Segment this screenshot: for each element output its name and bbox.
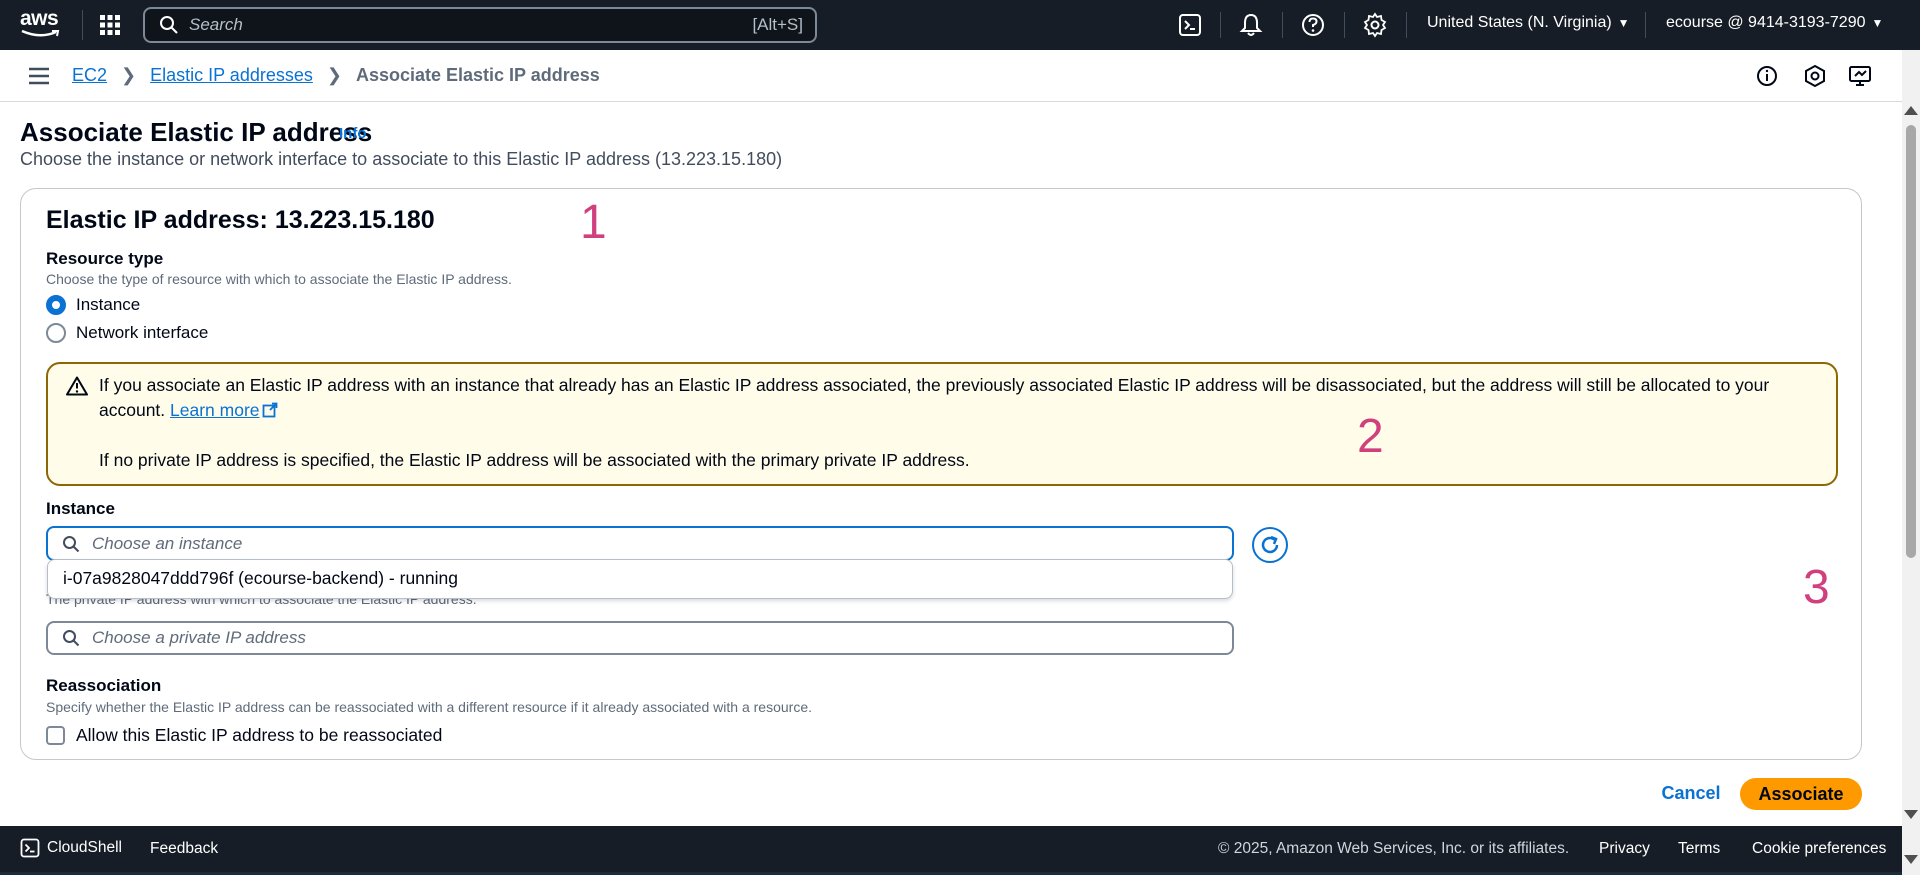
nav-separator (1344, 12, 1345, 38)
alert-line-3: If no private IP address is specified, t… (99, 450, 970, 470)
chevron-right-icon: ❯ (326, 65, 342, 85)
aws-smile-icon (21, 29, 60, 37)
bell-icon[interactable] (1238, 12, 1264, 38)
refresh-icon (1261, 535, 1279, 554)
annotation-3: 3 (1803, 561, 1830, 614)
refresh-button[interactable] (1252, 527, 1288, 563)
learn-more-link[interactable]: Learn more (170, 400, 278, 420)
radio-unselected-icon[interactable] (46, 323, 66, 343)
search-input[interactable] (189, 15, 753, 35)
copyright: © 2025, Amazon Web Services, Inc. or its… (1218, 840, 1570, 857)
nav-separator (1220, 12, 1221, 38)
footer: CloudShell Feedback © 2025, Amazon Web S… (0, 826, 1902, 872)
warning-alert: If you associate an Elastic IP address w… (46, 362, 1838, 486)
scroll-down-arrow-icon[interactable] (1904, 810, 1918, 819)
reassociation-label: Reassociation (46, 676, 162, 695)
radio-label: Network interface (76, 323, 209, 342)
instance-select[interactable] (46, 526, 1234, 561)
breadcrumb: EC2 ❯ Elastic IP addresses ❯ Associate E… (72, 65, 600, 86)
resource-type-description: Choose the type of resource with which t… (46, 271, 512, 287)
terms-link[interactable]: Terms (1678, 840, 1720, 858)
reassociation-checkbox[interactable] (46, 726, 65, 745)
caret-down-icon: ▼ (1871, 16, 1884, 30)
scroll-down-arrow-icon[interactable] (1904, 855, 1918, 864)
resource-type-label: Resource type (46, 249, 164, 268)
annotation-1: 1 (580, 196, 607, 249)
radio-instance[interactable]: Instance (46, 295, 140, 315)
search-icon (160, 16, 178, 34)
nav-separator (1406, 12, 1407, 38)
cloudshell-label: CloudShell (47, 839, 122, 856)
scrollbar-thumb[interactable] (1906, 125, 1916, 558)
page-title: Associate Elastic IP address (20, 117, 373, 147)
help-icon[interactable] (1300, 12, 1326, 38)
dropdown-option[interactable]: i-07a9828047ddd796f (ecourse-backend) - … (63, 568, 458, 589)
breadcrumb-bar: EC2 ❯ Elastic IP addresses ❯ Associate E… (0, 50, 1902, 102)
top-navigation: aws [Alt+S] (0, 0, 1920, 50)
notifications-icon[interactable] (1803, 64, 1827, 88)
alert-line-1: If you associate an Elastic IP address w… (99, 375, 1770, 395)
reassociation-description: Specify whether the Elastic IP address c… (46, 699, 812, 715)
alert-line-2: account. Learn more (99, 398, 278, 423)
account-menu[interactable]: ecourse @ 9414-3193-7290 ▼ (1666, 14, 1883, 32)
aws-logo[interactable]: aws (20, 7, 62, 41)
gear-icon[interactable] (1362, 12, 1388, 38)
region-selector[interactable]: United States (N. Virginia) ▼ (1427, 14, 1630, 32)
page-description: Choose the instance or network interface… (20, 149, 783, 169)
radio-network-interface[interactable]: Network interface (46, 323, 208, 343)
breadcrumb-elastic-ips[interactable]: Elastic IP addresses (150, 65, 313, 86)
cloudshell-icon[interactable] (1177, 12, 1203, 38)
associate-form-card: Elastic IP address: 13.223.15.180 Resour… (20, 188, 1862, 760)
cookie-preferences-link[interactable]: Cookie preferences (1752, 840, 1886, 858)
associate-button[interactable]: Associate (1740, 778, 1862, 810)
breadcrumb-ec2[interactable]: EC2 (72, 65, 107, 86)
privacy-link[interactable]: Privacy (1599, 840, 1650, 858)
cancel-button[interactable]: Cancel (1649, 777, 1733, 809)
card-title: Elastic IP address: 13.223.15.180 (46, 206, 435, 234)
reassociation-checkbox-row[interactable]: Allow this Elastic IP address to be reas… (46, 725, 442, 746)
checkbox-label: Allow this Elastic IP address to be reas… (76, 725, 443, 745)
feedback-link[interactable]: Feedback (150, 840, 218, 858)
radio-label: Instance (76, 295, 141, 314)
cloudshell-footer-button[interactable]: CloudShell (20, 838, 122, 858)
account-label: ecourse @ 9414-3193-7290 (1666, 14, 1866, 31)
main-content: Associate Elastic IP address Info Choose… (0, 103, 1902, 825)
search-icon (63, 535, 80, 552)
breadcrumb-current: Associate Elastic IP address (355, 65, 600, 85)
services-grid-icon[interactable] (98, 13, 122, 37)
private-ip-select[interactable] (46, 621, 1234, 655)
warning-icon (66, 376, 88, 396)
screen-share-icon[interactable] (1848, 64, 1872, 88)
nav-separator (1282, 12, 1283, 38)
nav-divider (82, 10, 83, 40)
private-ip-input[interactable] (92, 628, 1232, 648)
region-label: United States (N. Virginia) (1427, 14, 1612, 31)
instance-search-input[interactable] (92, 533, 1232, 554)
info-icon[interactable] (1755, 64, 1779, 88)
scroll-up-arrow-icon[interactable] (1904, 106, 1918, 115)
instance-label: Instance (46, 499, 115, 518)
search-shortcut: [Alt+S] (752, 15, 803, 34)
radio-selected-icon[interactable] (46, 295, 66, 315)
menu-icon[interactable] (28, 67, 50, 85)
global-search[interactable]: [Alt+S] (143, 7, 817, 43)
learn-more-label: Learn more (170, 400, 260, 420)
chevron-right-icon: ❯ (121, 65, 137, 85)
cloudshell-icon (20, 838, 40, 858)
instance-dropdown: i-07a9828047ddd796f (ecourse-backend) - … (47, 559, 1233, 599)
nav-separator (1645, 12, 1646, 38)
info-link[interactable]: Info (339, 125, 367, 142)
aws-logo-text: aws (20, 7, 59, 30)
caret-down-icon: ▼ (1617, 16, 1630, 30)
external-link-icon (262, 402, 277, 418)
alert-account-text: account. (99, 400, 166, 420)
annotation-2: 2 (1357, 410, 1384, 463)
search-icon (63, 630, 80, 647)
